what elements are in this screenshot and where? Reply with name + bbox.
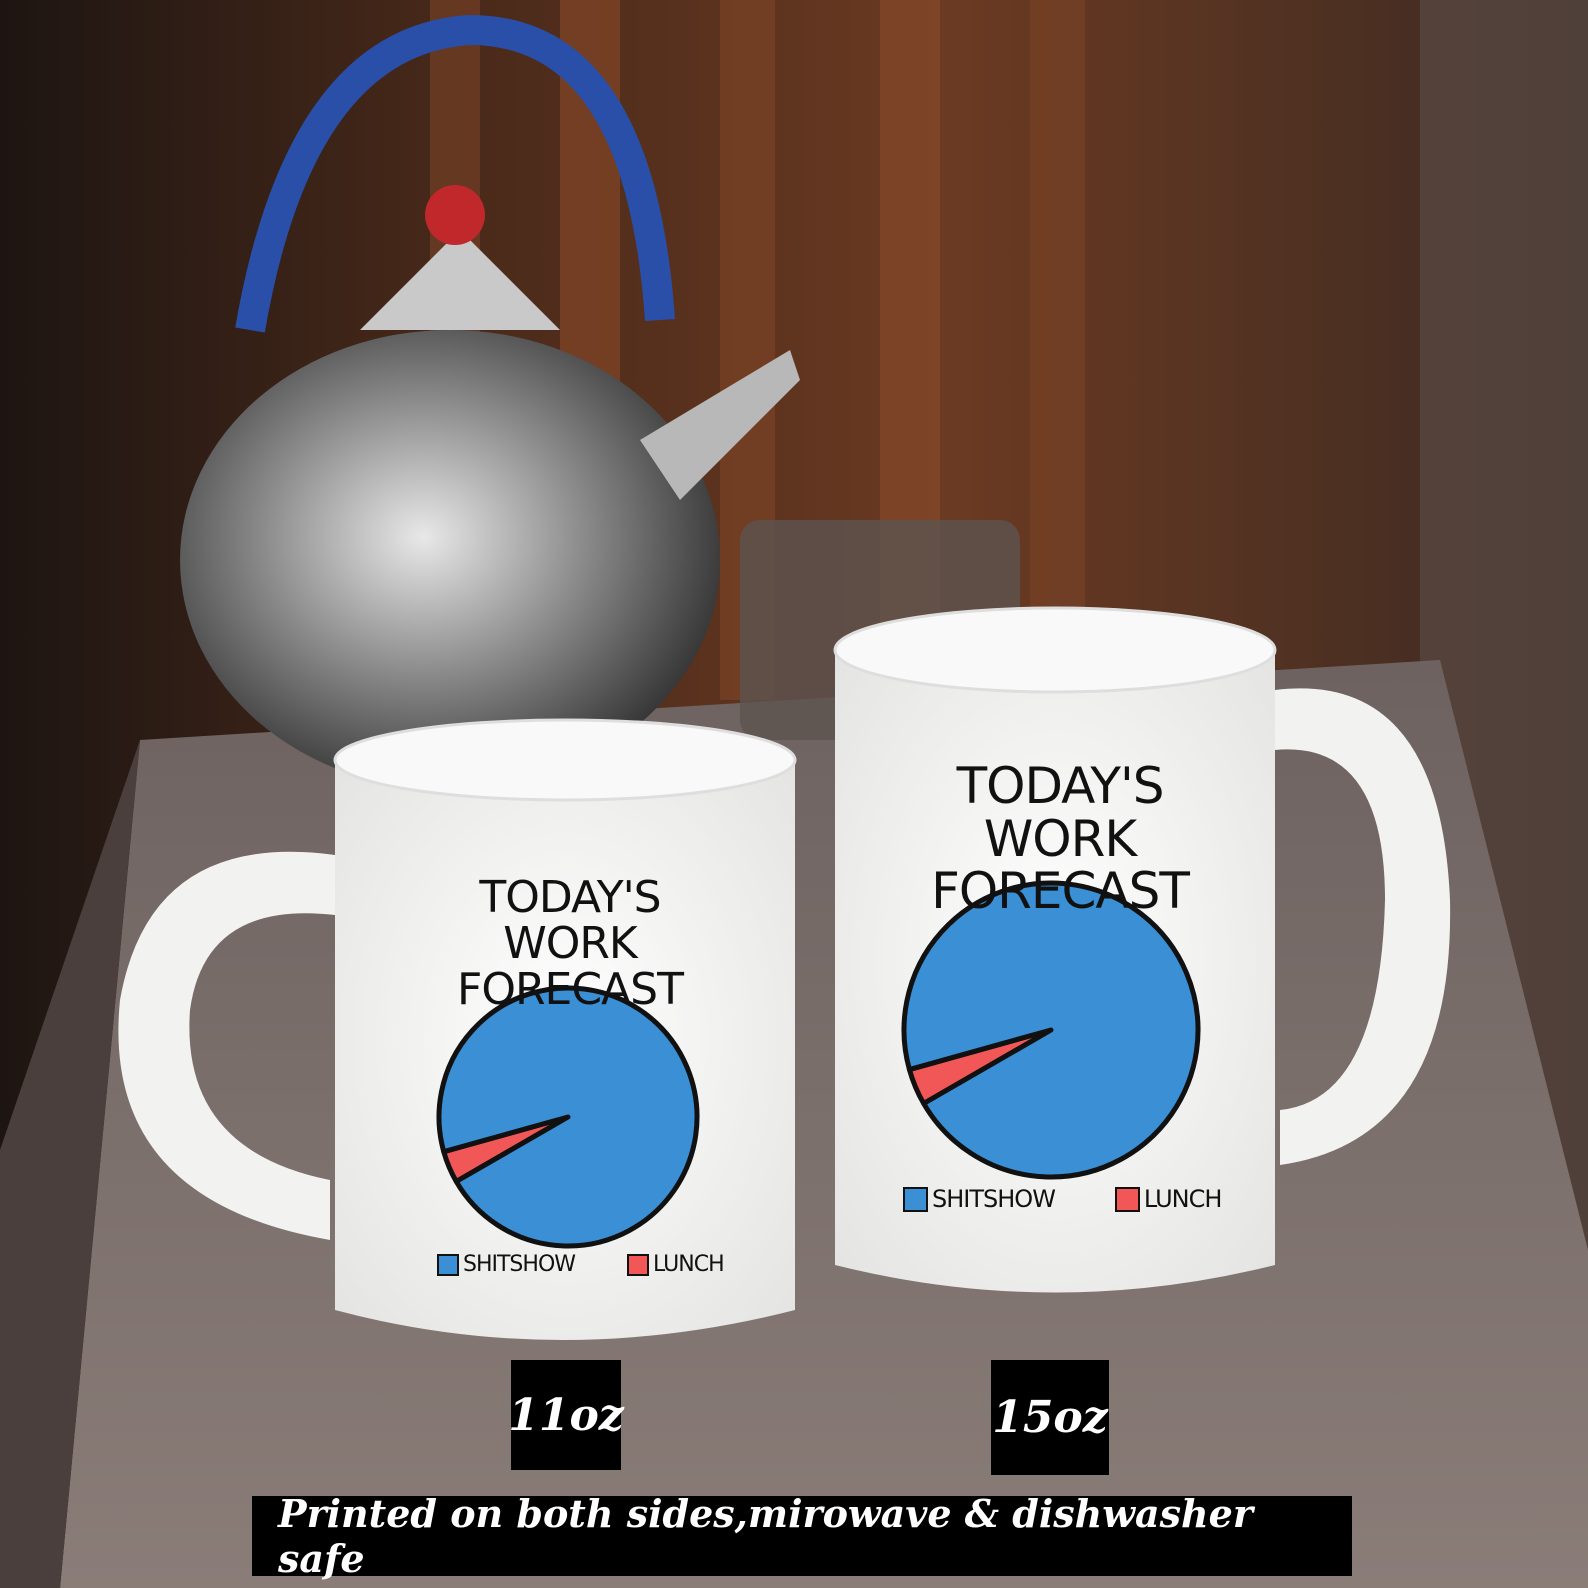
- legend-label-lunch: LUNCH: [1143, 1185, 1222, 1213]
- mug-11oz-title-line2: WORK FORECAST: [457, 918, 684, 1016]
- features-banner: Printed on both sides,mirowave & dishwas…: [252, 1491, 1352, 1581]
- mug-11oz-title-line1: TODAY'S: [479, 872, 661, 923]
- legend-label-shitshow: SHITSHOW: [932, 1185, 1056, 1213]
- pie-slice-shitshow-15oz: [901, 880, 1201, 1180]
- legend-swatch-lunch: [627, 1253, 650, 1276]
- kettle-knob: [425, 185, 485, 245]
- pie-chart-15oz: [901, 880, 1201, 1180]
- mug-11oz-rim: [333, 718, 797, 802]
- mug-11oz-title: TODAY'S WORK FORECAST: [420, 872, 720, 1016]
- legend-swatch-shitshow: [437, 1253, 459, 1276]
- mug-15oz-title: TODAY'S WORK FORECAST: [895, 760, 1225, 918]
- size-label-11oz: 11oz: [508, 1360, 624, 1470]
- legend-label-shitshow: SHITSHOW: [463, 1252, 576, 1277]
- legend-swatch-shitshow: [903, 1186, 928, 1212]
- product-photo: TODAY'S WORK FORECAST SHITSHOW LUNCH TOD…: [0, 0, 1588, 1588]
- wood-slat: [1030, 0, 1085, 700]
- mug-15oz-title-line2: WORK FORECAST: [931, 809, 1190, 920]
- mug-15oz-legend: SHITSHOW LUNCH: [903, 1185, 1222, 1213]
- legend-label-lunch: LUNCH: [653, 1252, 725, 1277]
- size-label-15oz: 15oz: [991, 1360, 1109, 1475]
- legend-swatch-lunch: [1114, 1186, 1140, 1212]
- mug-15oz-rim: [833, 606, 1277, 694]
- pie-slice-shitshow-11oz: [436, 985, 700, 1249]
- background-scene: [0, 0, 1588, 1588]
- pie-chart-11oz: [436, 985, 700, 1249]
- mug-11oz-legend: SHITSHOW LUNCH: [437, 1252, 725, 1277]
- mug-15oz-title-line1: TODAY'S: [956, 757, 1165, 815]
